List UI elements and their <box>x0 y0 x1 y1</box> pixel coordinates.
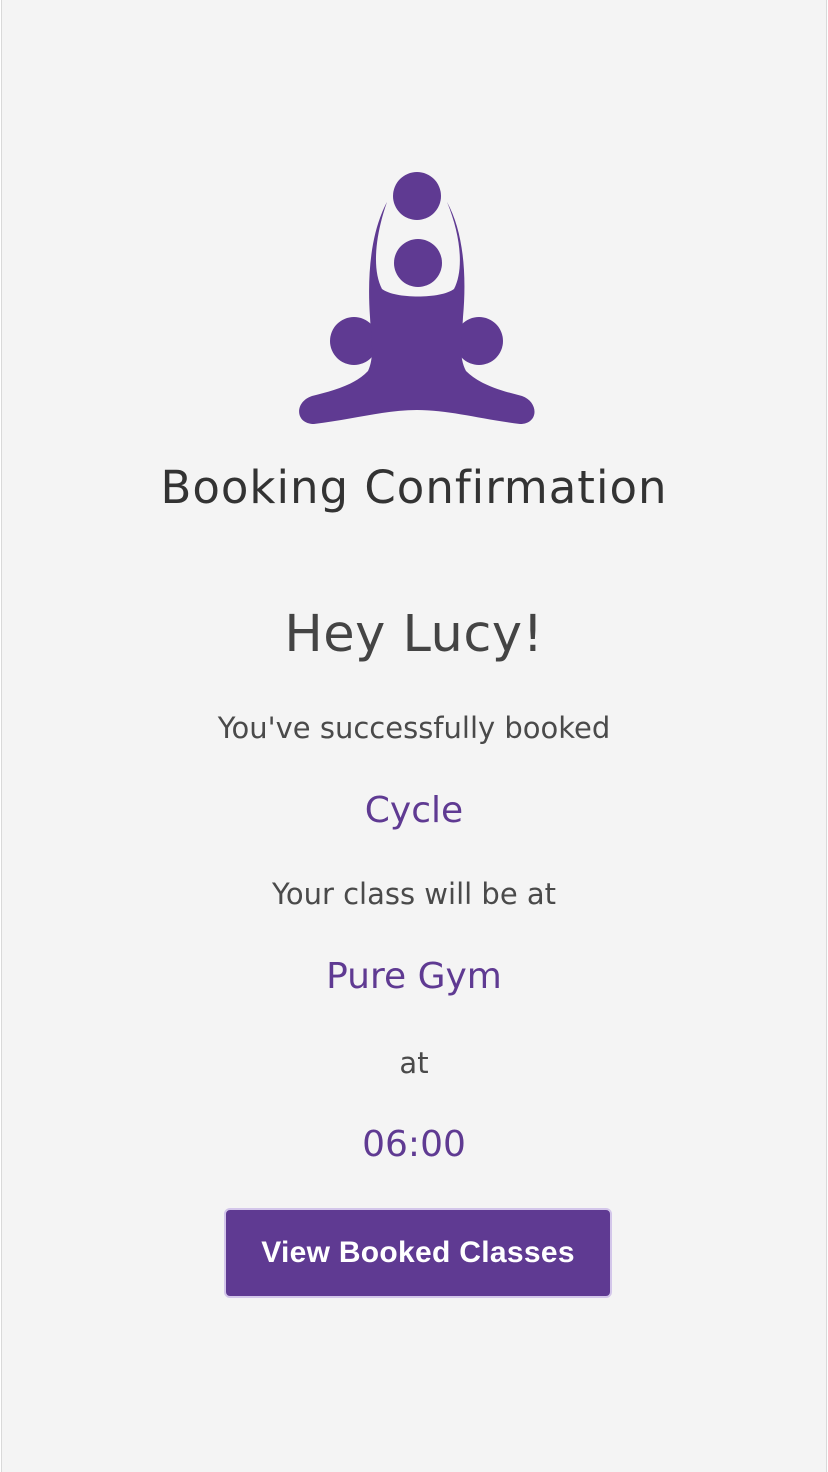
page-title: Booking Confirmation <box>160 461 668 514</box>
gym-name: Pure Gym <box>326 956 502 997</box>
view-booked-classes-button[interactable]: View Booked Classes <box>224 1208 612 1298</box>
booking-confirmation-screen: Booking Confirmation Hey Lucy! You've su… <box>1 0 827 1472</box>
class-name: Cycle <box>364 790 464 831</box>
meditation-figure-icon <box>296 172 540 426</box>
location-message: Your class will be at <box>271 877 557 911</box>
confirmation-message: You've successfully booked <box>217 711 611 745</box>
greeting: Hey Lucy! <box>284 605 544 664</box>
class-time: 06:00 <box>362 1124 466 1165</box>
time-connector-text: at <box>399 1046 429 1080</box>
